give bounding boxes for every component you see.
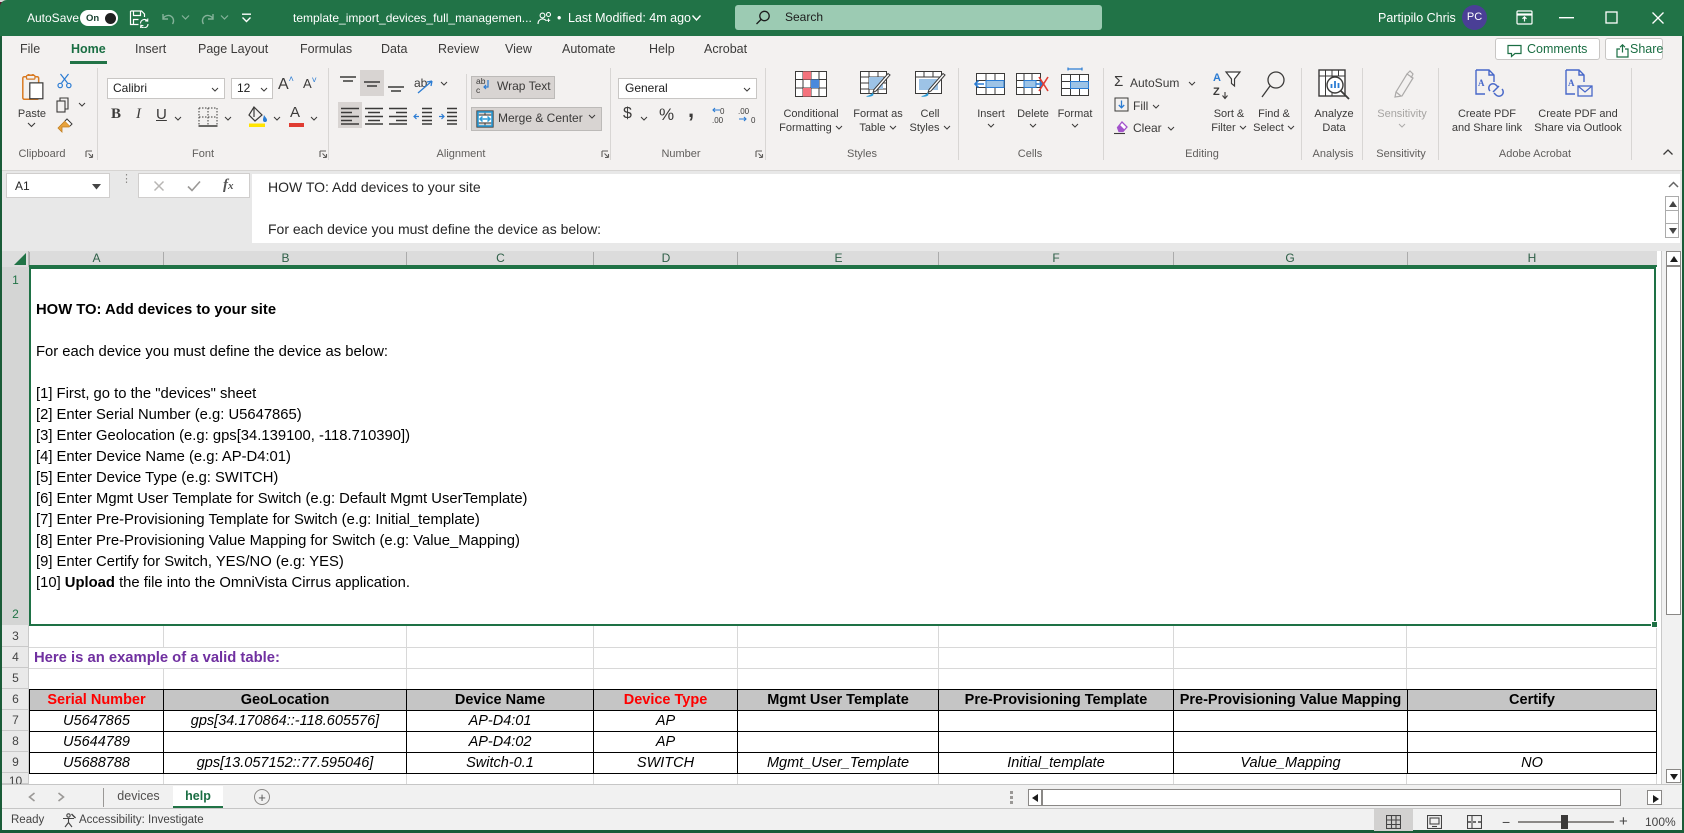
svg-text:Z: Z xyxy=(1213,86,1220,98)
svg-text:.00: .00 xyxy=(738,107,750,116)
svg-text:0: 0 xyxy=(751,116,756,125)
svg-text:A: A xyxy=(1568,78,1575,88)
svg-text:0: 0 xyxy=(720,107,725,116)
svg-text:A: A xyxy=(1478,78,1485,88)
svg-text:.00: .00 xyxy=(712,116,724,125)
svg-text:A: A xyxy=(1213,72,1221,84)
svg-text:c: c xyxy=(476,85,481,94)
svg-text:ab: ab xyxy=(414,76,428,90)
